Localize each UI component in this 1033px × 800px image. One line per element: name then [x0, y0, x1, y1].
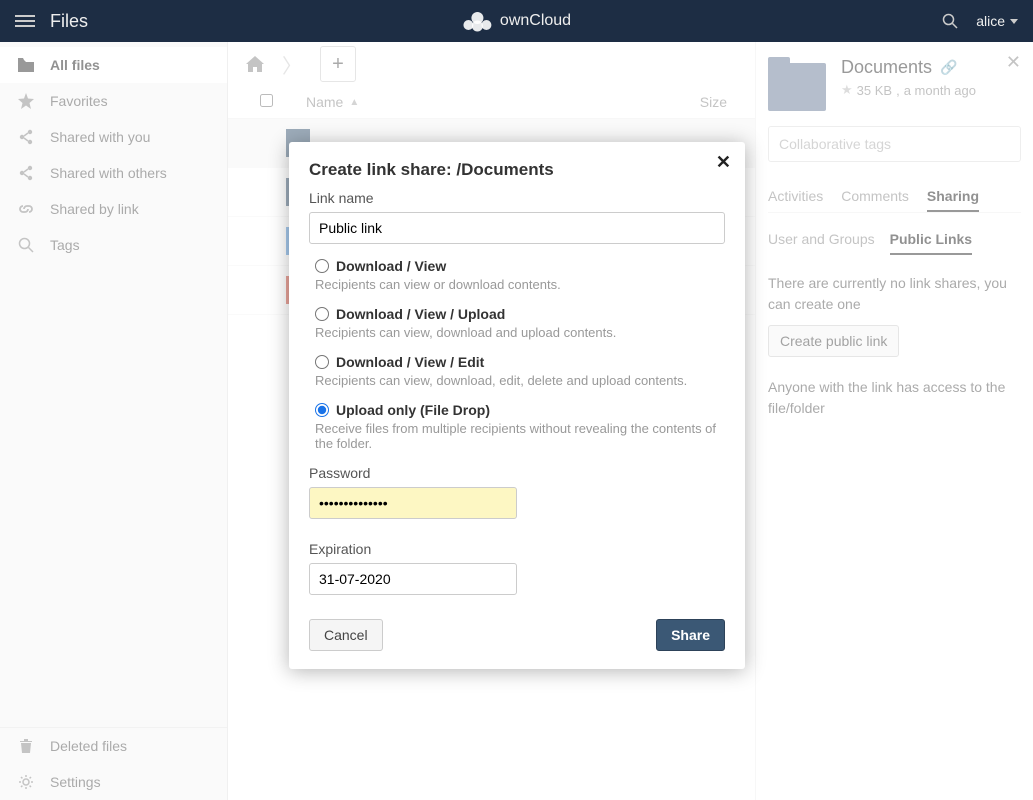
app-header: Files ownCloud alice: [0, 0, 1033, 42]
radio-download-view-edit[interactable]: [315, 355, 329, 369]
user-menu[interactable]: alice: [976, 13, 1018, 29]
create-link-share-modal: ✕ Create link share: /Documents Link nam…: [289, 142, 745, 669]
caret-down-icon: [1010, 19, 1018, 24]
cancel-button[interactable]: Cancel: [309, 619, 383, 651]
brand-text: ownCloud: [500, 12, 571, 30]
radio-option-upload-only[interactable]: Upload only (File Drop) Receive files fr…: [309, 402, 725, 451]
password-label: Password: [309, 465, 725, 481]
brand: ownCloud: [462, 10, 571, 32]
radio-option-download-view-edit[interactable]: Download / View / Edit Recipients can vi…: [309, 354, 725, 388]
expiration-input[interactable]: [309, 563, 517, 595]
user-name: alice: [976, 13, 1005, 29]
share-button[interactable]: Share: [656, 619, 725, 651]
modal-title: Create link share: /Documents: [309, 160, 725, 180]
permission-radio-group: Download / View Recipients can view or d…: [309, 258, 725, 451]
expiration-label: Expiration: [309, 541, 725, 557]
modal-close-button[interactable]: ✕: [716, 152, 731, 173]
link-name-input[interactable]: [309, 212, 725, 244]
link-name-label: Link name: [309, 190, 725, 206]
owncloud-logo-icon: [462, 10, 492, 32]
password-input[interactable]: [309, 487, 517, 519]
search-icon[interactable]: [942, 13, 958, 29]
app-name: Files: [50, 11, 88, 32]
radio-download-view[interactable]: [315, 259, 329, 273]
radio-option-download-view[interactable]: Download / View Recipients can view or d…: [309, 258, 725, 292]
hamburger-icon[interactable]: [15, 15, 35, 27]
radio-download-view-upload[interactable]: [315, 307, 329, 321]
radio-option-download-view-upload[interactable]: Download / View / Upload Recipients can …: [309, 306, 725, 340]
radio-upload-only[interactable]: [315, 403, 329, 417]
